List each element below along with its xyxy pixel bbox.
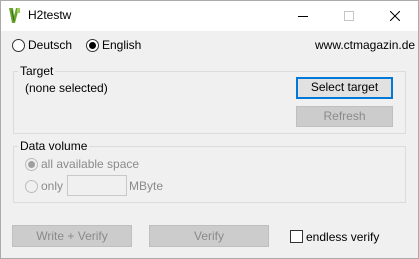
verify-button[interactable]: Verify	[149, 225, 269, 247]
radio-all-space[interactable]	[25, 158, 38, 171]
website-label: www.ctmagazin.de	[315, 38, 416, 52]
mbyte-unit-label: MByte	[129, 179, 164, 193]
target-selection-text: (none selected)	[25, 81, 108, 95]
radio-only[interactable]	[25, 180, 38, 193]
select-target-button[interactable]: Select target	[296, 77, 393, 99]
endless-verify-label[interactable]: endless verify	[306, 230, 379, 244]
radio-english-label[interactable]: English	[102, 38, 141, 52]
maximize-icon	[344, 11, 354, 21]
h2testw-window: H2testw Deutsch English www.ctmagazin.de…	[0, 0, 419, 259]
radio-all-space-label[interactable]: all available space	[41, 157, 139, 171]
write-verify-button[interactable]: Write + Verify	[12, 225, 132, 247]
radio-deutsch[interactable]	[12, 39, 25, 52]
only-mbyte-input[interactable]	[67, 175, 127, 196]
endless-verify-checkbox[interactable]	[290, 230, 303, 243]
radio-only-label[interactable]: only	[41, 179, 63, 193]
refresh-button[interactable]: Refresh	[296, 106, 393, 127]
minimize-icon	[298, 16, 308, 17]
radio-english[interactable]	[86, 39, 99, 52]
close-icon	[390, 11, 400, 21]
h2testw-app-icon	[9, 8, 20, 23]
target-group-title: Target	[18, 64, 56, 78]
window-title: H2testw	[28, 8, 72, 22]
maximize-button	[326, 1, 372, 31]
radio-deutsch-label[interactable]: Deutsch	[28, 38, 72, 52]
minimize-button[interactable]	[280, 1, 326, 31]
title-bar[interactable]: H2testw	[1, 1, 418, 31]
data-volume-group-title: Data volume	[18, 139, 90, 153]
close-button[interactable]	[372, 1, 418, 31]
